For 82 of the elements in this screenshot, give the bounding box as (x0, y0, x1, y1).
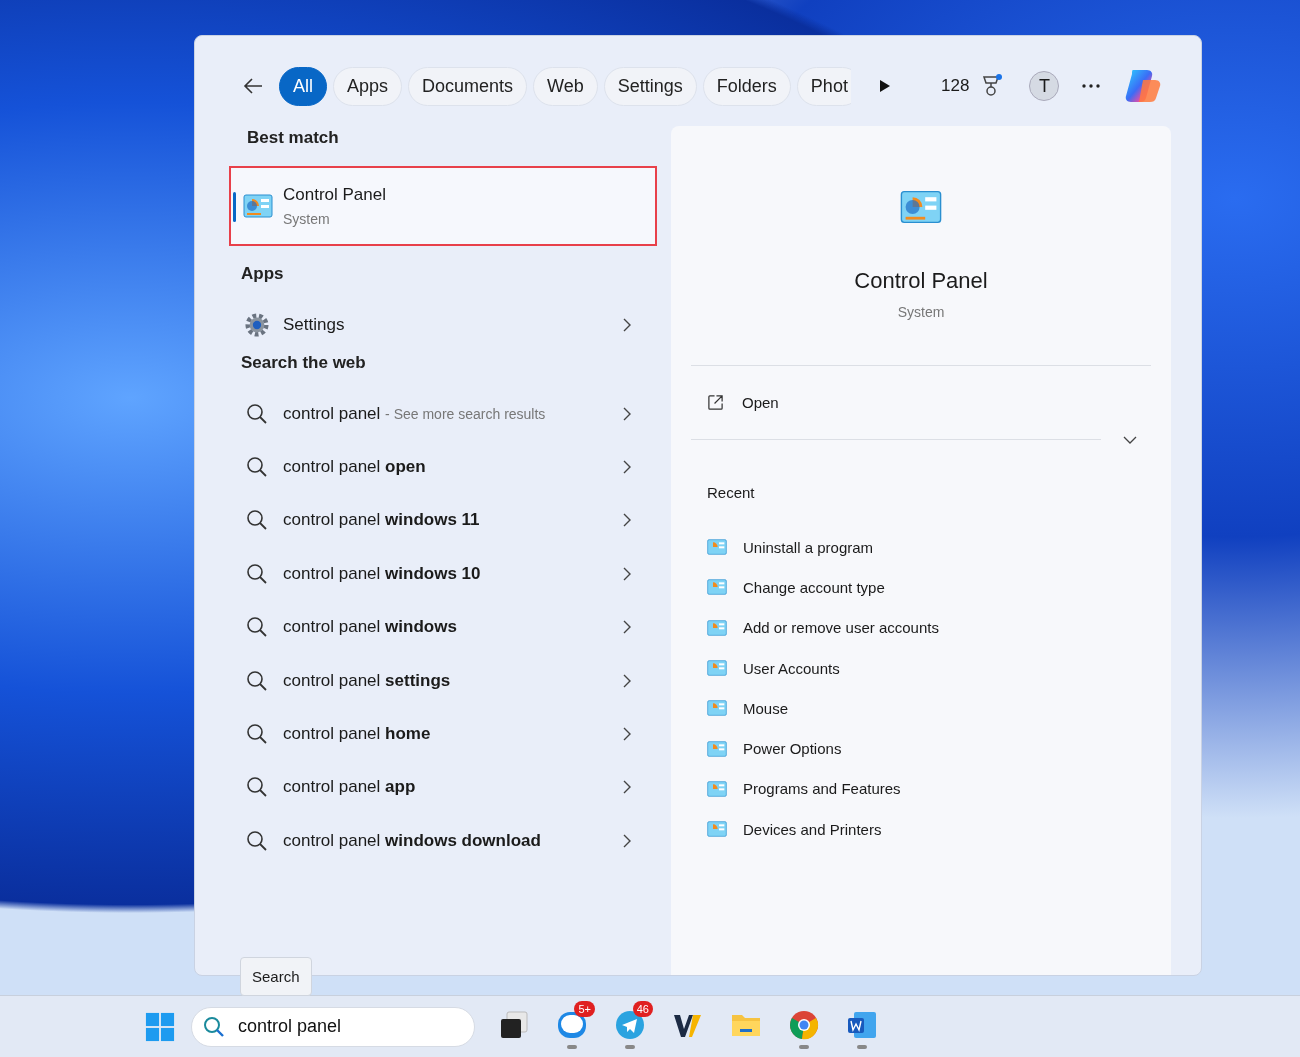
start-icon[interactable] (145, 1011, 175, 1042)
control-panel-icon (707, 539, 727, 556)
search-icon (245, 616, 269, 639)
browser-icon[interactable] (788, 1008, 820, 1041)
search-icon (203, 1015, 225, 1038)
taskbar-app[interactable]: 5+ (549, 1000, 595, 1053)
filter-tab[interactable]: All (279, 66, 327, 106)
search-icon (245, 402, 269, 425)
web-search-suggestion[interactable]: control panel app (231, 760, 655, 815)
section-heading: Apps (241, 264, 285, 284)
user-avatar[interactable]: T (1029, 71, 1060, 101)
web-search-suggestion[interactable]: control panel windows 10 (231, 547, 655, 601)
notification-badge: 5+ (574, 1000, 595, 1017)
web-search-suggestion[interactable]: control panel settings (231, 653, 655, 708)
section-heading: Best match (246, 128, 340, 148)
tooltip: Search (240, 957, 312, 996)
control-panel-icon (707, 660, 727, 677)
web-search-suggestion[interactable]: control panel open (231, 440, 655, 494)
filter-tab[interactable]: Settings (603, 66, 697, 106)
filter-tab[interactable]: Folders (702, 66, 791, 106)
recent-item[interactable]: Programs and Features (691, 768, 1151, 810)
best-match-result[interactable]: Control Panel System (229, 166, 657, 246)
recent-item[interactable]: Uninstall a program (691, 527, 1151, 568)
app-result[interactable]: Settings (231, 298, 655, 351)
chevron-right-icon (623, 566, 631, 581)
recent-heading: Recent (707, 484, 756, 501)
control-panel-icon (707, 579, 727, 596)
taskbar-search-field[interactable]: control panel (191, 1006, 475, 1047)
recent-item[interactable]: Add or remove user accounts (691, 607, 1151, 648)
trophy-icon[interactable] (981, 74, 1004, 98)
search-icon (245, 509, 269, 532)
notification-badge: 46 (632, 1000, 653, 1017)
recent-item[interactable]: Mouse (691, 688, 1151, 729)
search-icon (245, 456, 269, 479)
chevron-down-icon[interactable] (1123, 436, 1137, 444)
play-icon[interactable] (879, 79, 891, 93)
more-icon[interactable] (1081, 83, 1102, 89)
control-panel-icon (707, 619, 727, 636)
chevron-right-icon (623, 317, 631, 332)
recent-item[interactable]: Power Options (691, 728, 1151, 769)
taskbar-app[interactable]: 46 (607, 1000, 653, 1053)
filter-tab[interactable]: Documents (408, 66, 528, 106)
search-icon (245, 669, 269, 692)
control-panel-icon (707, 821, 727, 838)
chevron-right-icon (623, 780, 631, 795)
gear-icon (245, 311, 269, 338)
chevron-right-icon (623, 727, 631, 742)
chevron-right-icon (623, 620, 631, 635)
open-action[interactable]: Open (691, 366, 1101, 440)
points-count: 128 (941, 76, 970, 96)
open-external-icon (707, 394, 724, 411)
search-icon (245, 776, 269, 799)
web-search-suggestion[interactable]: control panel windows download (231, 814, 655, 868)
control-panel-icon (707, 700, 727, 717)
details-title: Control Panel (854, 268, 988, 294)
control-panel-icon (707, 740, 727, 757)
result-subtitle: System (283, 211, 331, 227)
filter-tab[interactable]: Web (533, 66, 598, 106)
section-heading: Search the web (241, 353, 367, 373)
web-search-suggestion[interactable]: control panel - See more search results (231, 387, 655, 441)
recent-item[interactable]: Change account type (691, 567, 1151, 608)
search-icon (245, 562, 269, 585)
control-panel-icon (707, 780, 727, 797)
web-search-suggestion[interactable]: control panel windows (231, 600, 655, 654)
recent-item[interactable]: Devices and Printers (691, 809, 1151, 850)
recent-item[interactable]: User Accounts (691, 647, 1151, 689)
filter-tab[interactable]: Apps (333, 66, 403, 106)
web-search-suggestion[interactable]: control panel home (231, 707, 655, 761)
chevron-right-icon (623, 513, 631, 528)
control-panel-icon (900, 190, 942, 224)
search-icon (245, 723, 269, 746)
task-view-icon[interactable] (498, 1008, 530, 1041)
filter-tab[interactable]: Phot (796, 66, 851, 106)
details-subtitle: System (897, 304, 945, 320)
control-panel-icon (243, 194, 273, 218)
chevron-right-icon (623, 460, 631, 475)
web-search-suggestion[interactable]: control panel windows 11 (231, 493, 655, 548)
search-icon (245, 829, 269, 852)
chevron-right-icon (623, 833, 631, 848)
chevron-right-icon (623, 673, 631, 688)
result-title: Control Panel (283, 185, 386, 205)
chevron-right-icon (623, 406, 631, 421)
